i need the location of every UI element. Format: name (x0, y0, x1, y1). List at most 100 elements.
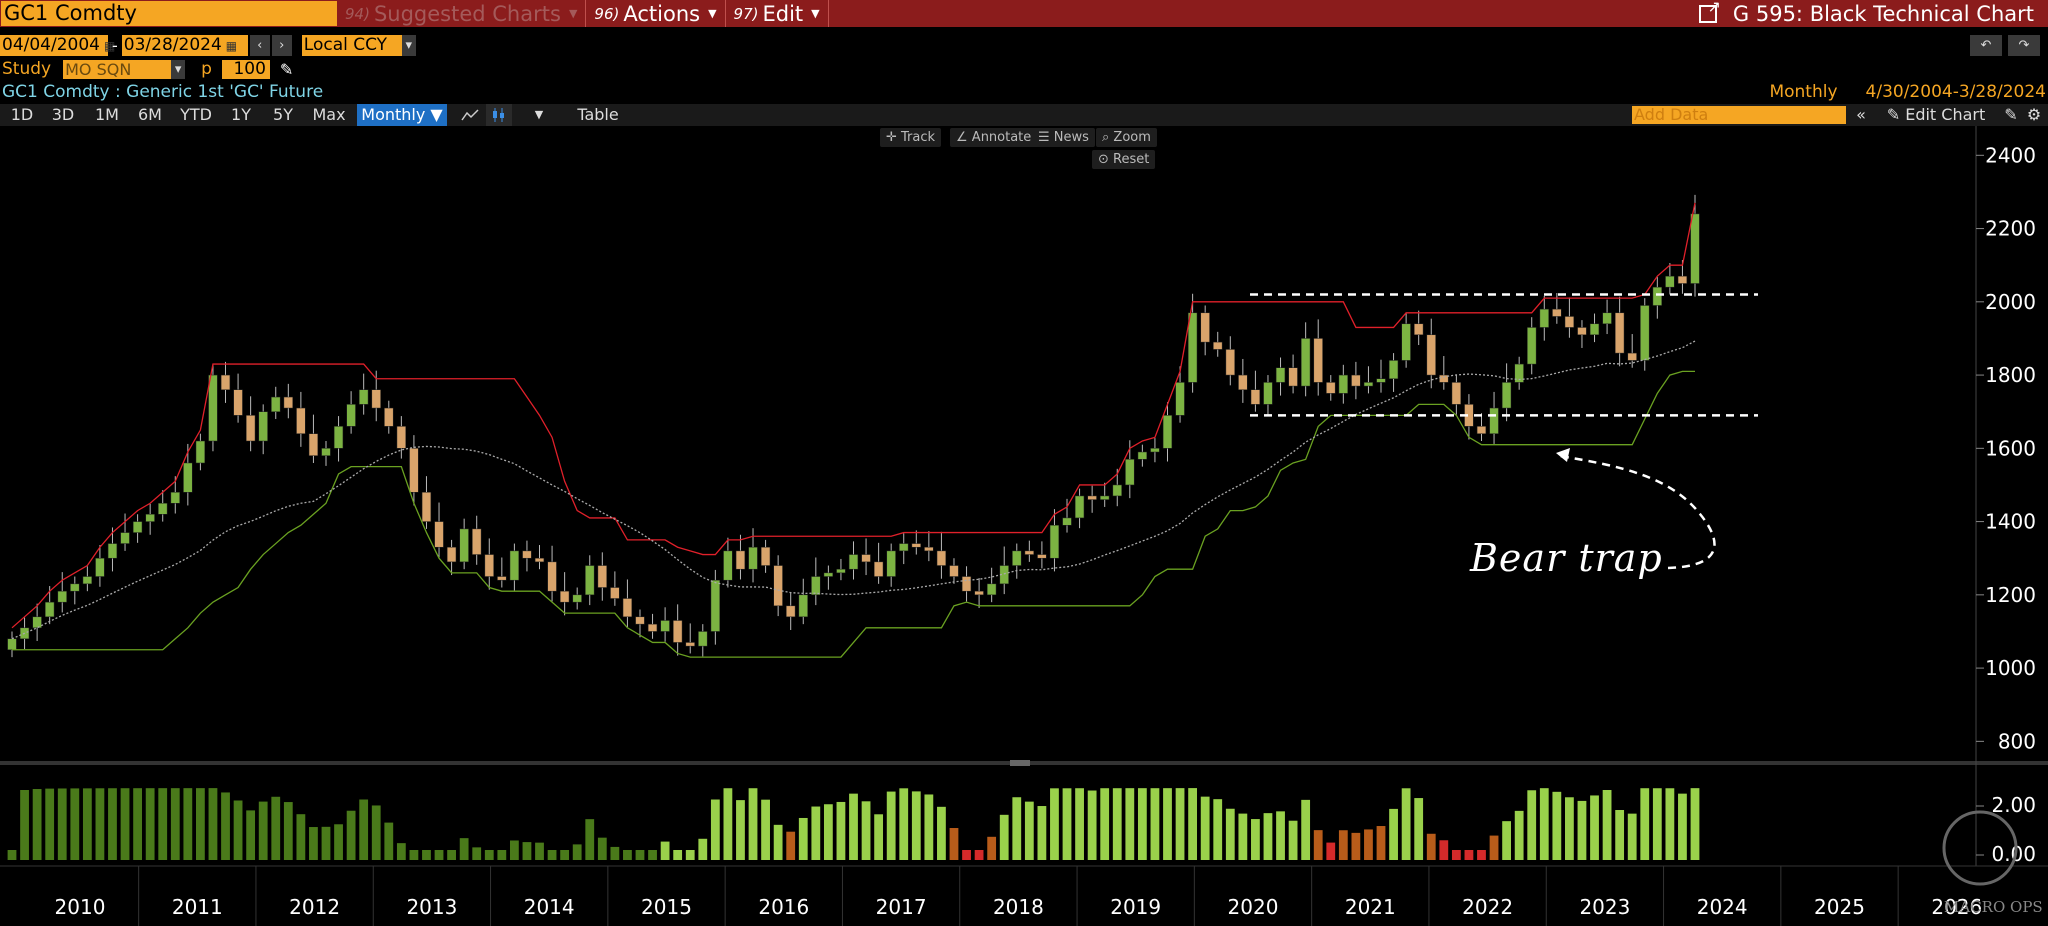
oscillator-bar (861, 801, 871, 860)
candle-up (70, 583, 80, 592)
oscillator-bar (195, 788, 205, 860)
period-ytd[interactable]: YTD (174, 104, 218, 126)
period-1y[interactable]: 1Y (222, 104, 260, 126)
oscillator-bar (1602, 790, 1612, 860)
candle-up (170, 492, 180, 504)
oscillator-bar (1565, 797, 1574, 860)
currency-select[interactable]: Local CCY (301, 34, 402, 56)
oscillator-bar (597, 837, 607, 860)
oscillator-bar (1338, 830, 1348, 860)
annotate-button[interactable]: ∠ Annotate (950, 128, 1038, 147)
price-chart[interactable]: 800 1000 1200 1400 1600 1800 2000 2200 2400 2010 2… (0, 126, 2048, 926)
oscillator-bar (899, 788, 909, 860)
oscillator-bar (1263, 813, 1273, 860)
oscillator-bar (648, 850, 657, 860)
zoom-button[interactable]: ⌕ Zoom (1096, 128, 1157, 147)
candle-down (308, 433, 319, 456)
candle-up (82, 576, 93, 585)
candle-down (396, 426, 406, 449)
study-select[interactable]: MO SQN (63, 59, 172, 79)
oscillator-bar (1251, 819, 1260, 860)
oscillator-bar (1024, 801, 1034, 860)
candle-down (1250, 389, 1261, 405)
period-5y[interactable]: 5Y (264, 104, 302, 126)
period-1m[interactable]: 1M (88, 104, 126, 126)
oscillator-bar (974, 850, 984, 860)
oscillator-bar (1364, 829, 1373, 860)
oscillator-bar (761, 799, 770, 860)
chevron-down-icon[interactable]: ▾ (171, 59, 186, 79)
oscillator-bar (1326, 842, 1336, 860)
oscillator-bar (409, 850, 419, 860)
edit-chart-button[interactable]: ✎ Edit Chart (1874, 104, 1998, 126)
pencil-icon[interactable]: ✎ (280, 60, 293, 79)
oscillator-bar (183, 788, 193, 860)
collapse-icon[interactable]: « (1850, 104, 1872, 126)
chevron-down-icon[interactable]: ▼ (530, 104, 548, 126)
oscillator-bar (1451, 850, 1461, 860)
candle-up (1275, 367, 1286, 383)
oscillator-bar (371, 805, 381, 860)
oscillator-bar (57, 788, 67, 860)
redo-icon[interactable]: ↷ (2008, 35, 2040, 56)
oscillator-bar (1163, 788, 1172, 860)
candle-up (333, 426, 344, 449)
oscillator-bar (685, 850, 695, 860)
calendar-icon[interactable]: ▦ (226, 39, 237, 53)
candle-up (1363, 382, 1374, 387)
next-arrow-icon[interactable]: › (271, 34, 292, 56)
oscillator-bar (1389, 808, 1398, 860)
oscillator-bar (384, 822, 394, 860)
chart-area[interactable]: 800 1000 1200 1400 1600 1800 2000 2200 2400 2010 2… (0, 126, 2048, 926)
table-button[interactable]: Table (566, 104, 630, 126)
candle-up (107, 543, 118, 559)
line-chart-icon[interactable] (456, 104, 484, 126)
edit-menu[interactable]: 97) Edit ▼ (726, 0, 829, 27)
pane-resize-handle (1010, 760, 1030, 766)
candle-up (95, 557, 105, 577)
end-date-input[interactable]: 03/28/2024 ▦ (121, 34, 248, 56)
ticker-input[interactable]: GC1 Comdty (1, 1, 337, 26)
gear-icon[interactable]: ⚙ (2022, 104, 2046, 126)
add-data-input[interactable]: Add Data (1632, 106, 1846, 124)
candle-up (359, 389, 369, 405)
candlestick-icon[interactable] (486, 104, 512, 126)
oscillator-bar (1288, 820, 1298, 860)
chevron-down-icon[interactable]: ▾ (401, 34, 416, 56)
oscillator-bar (1590, 795, 1599, 860)
zoom-label: Zoom (1113, 130, 1151, 145)
prev-arrow-icon[interactable]: ‹ (249, 34, 270, 56)
frequency-select[interactable]: Monthly ▼ (357, 104, 447, 126)
annotate-label: Annotate (971, 130, 1032, 145)
undo-icon[interactable]: ↶ (1970, 35, 2002, 56)
period-param-input[interactable]: 100 (221, 59, 270, 79)
suggested-charts-menu[interactable]: 94) Suggested Charts ▼ (337, 0, 587, 27)
oscillator-bar (811, 806, 821, 860)
period-1d[interactable]: 1D (4, 104, 40, 126)
news-icon: ☰ (1038, 130, 1054, 145)
external-link-icon[interactable] (1698, 0, 1721, 23)
candle-up (57, 590, 67, 603)
oscillator-bar (1489, 835, 1499, 860)
candle-up (836, 568, 846, 574)
news-button[interactable]: ☰ News (1032, 128, 1095, 147)
date-range-row: 04/04/2004 ▦ - 03/28/2024 ▦ ‹ › Local CCY … (0, 34, 416, 56)
oscillator-bar (1075, 788, 1084, 860)
reset-button[interactable]: ⊙ Reset (1092, 150, 1156, 169)
start-date-input[interactable]: 04/04/2004 ▦ (0, 34, 115, 56)
period-max[interactable]: Max (306, 104, 352, 126)
candle-up (987, 583, 997, 596)
period-6m[interactable]: 6M (130, 104, 170, 126)
study-row: Study MO SQN ▾ p 100 ✎ (0, 59, 293, 79)
candle-up (798, 594, 808, 618)
candle-down (1577, 327, 1587, 336)
period-3d[interactable]: 3D (44, 104, 82, 126)
track-button[interactable]: ✛ Track (880, 128, 942, 147)
actions-menu[interactable]: 96) Actions ▼ (586, 0, 726, 27)
oscillator-bar (133, 788, 142, 860)
oscillator-bar (836, 801, 846, 860)
candle-up (1062, 517, 1072, 526)
period-span: 4/30/2004-3/28/2024 (1865, 82, 2046, 102)
edit-icon[interactable]: ✎ (2000, 104, 2022, 126)
actions-label: Actions (623, 1, 701, 26)
